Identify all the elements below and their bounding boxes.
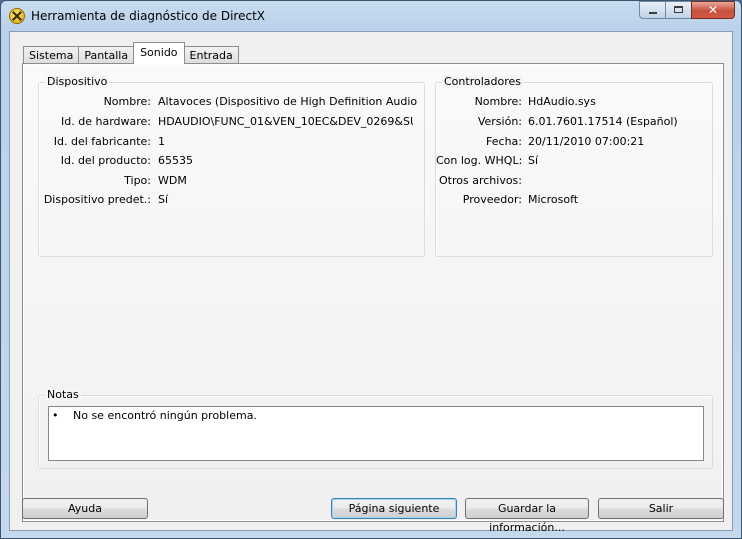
manufacturer-id-label: Id. del fabricante: <box>53 135 151 148</box>
drivers-group-label: Controladores <box>442 75 523 88</box>
manufacturer-id-value: 1 <box>158 135 165 148</box>
tab-strip: Sistema Pantalla Sonido Entrada <box>23 42 239 64</box>
window-title: Herramienta de diagnóstico de DirectX <box>31 9 265 23</box>
next-page-button[interactable]: Página siguiente <box>331 498 457 519</box>
product-id-label: Id. del producto: <box>60 154 151 167</box>
maximize-button[interactable] <box>665 1 691 19</box>
title-bar[interactable]: Herramienta de diagnóstico de DirectX ✕ <box>1 1 741 31</box>
minimize-icon <box>649 12 657 14</box>
caption-buttons: ✕ <box>639 1 735 21</box>
help-button[interactable]: Ayuda <box>22 498 148 519</box>
provider-label: Proveedor: <box>462 193 522 206</box>
maximize-icon <box>674 6 683 13</box>
sound-tab-panel: Dispositivo Nombre: Altavoces (Dispositi… <box>22 63 724 522</box>
device-group: Dispositivo Nombre: Altavoces (Dispositi… <box>38 75 425 257</box>
directx-diagnostic-window: Herramienta de diagnóstico de DirectX ✕ … <box>0 0 742 539</box>
drivers-group: Controladores Nombre: HdAudio.sys Versió… <box>435 75 713 257</box>
driver-name-value: HdAudio.sys <box>528 95 596 108</box>
note-bullet: • <box>52 409 59 422</box>
driver-version-label: Versión: <box>477 115 522 128</box>
default-device-label: Dispositivo predet.: <box>43 193 151 206</box>
tab-sonido[interactable]: Sonido <box>133 42 185 64</box>
client-area: Sistema Pantalla Sonido Entrada Disposit… <box>9 31 733 531</box>
directx-app-icon <box>9 8 25 24</box>
device-name-value: Altavoces (Dispositivo de High Definitio… <box>158 95 418 108</box>
note-item: No se encontró ningún problema. <box>73 409 257 422</box>
driver-date-value: 20/11/2010 07:00:21 <box>528 135 645 148</box>
exit-button[interactable]: Salir <box>598 498 724 519</box>
tab-pantalla[interactable]: Pantalla <box>78 46 135 64</box>
whql-label: Con log. WHQL: <box>436 154 523 167</box>
type-label: Tipo: <box>124 174 151 187</box>
notes-group-label: Notas <box>45 388 81 401</box>
product-id-value: 65535 <box>158 154 193 167</box>
device-group-label: Dispositivo <box>45 75 110 88</box>
notes-textbox[interactable]: • No se encontró ningún problema. <box>48 406 704 461</box>
hardware-id-label: Id. de hardware: <box>61 115 151 128</box>
device-name-label: Nombre: <box>103 95 151 108</box>
minimize-button[interactable] <box>639 1 665 19</box>
provider-value: Microsoft <box>528 193 579 206</box>
other-files-label: Otros archivos: <box>439 174 522 187</box>
type-value: WDM <box>158 174 187 187</box>
close-button[interactable]: ✕ <box>691 1 735 19</box>
tab-sistema[interactable]: Sistema <box>23 46 80 64</box>
panel-background: Dispositivo Nombre: Altavoces (Dispositi… <box>24 65 722 520</box>
close-icon: ✕ <box>707 3 719 17</box>
driver-version-value: 6.01.7601.17514 (Español) <box>528 115 678 128</box>
whql-value: Sí <box>528 154 539 167</box>
save-information-button[interactable]: Guardar la información... <box>465 498 589 534</box>
notes-group: Notas • No se encontró ningún problema. <box>38 388 713 469</box>
tab-entrada[interactable]: Entrada <box>183 46 239 64</box>
driver-name-label: Nombre: <box>474 95 522 108</box>
hardware-id-value: HDAUDIO\FUNC_01&VEN_10EC&DEV_0269&SUBSYS… <box>158 115 413 128</box>
driver-date-label: Fecha: <box>486 135 522 148</box>
default-device-value: Sí <box>158 193 169 206</box>
